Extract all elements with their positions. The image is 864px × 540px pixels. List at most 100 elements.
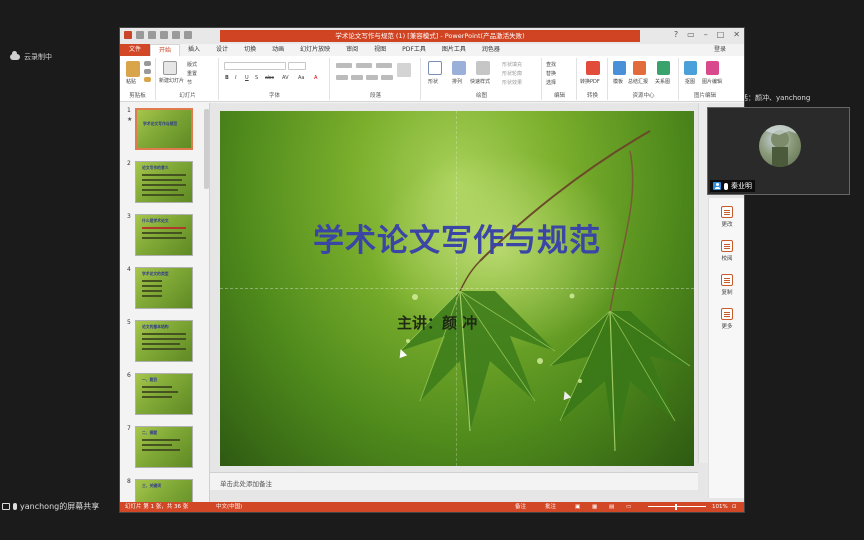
tab-file[interactable]: 文件 <box>120 44 151 56</box>
help-button[interactable]: ? <box>674 30 678 39</box>
close-button[interactable]: ✕ <box>733 30 740 39</box>
zoom-slider-knob[interactable] <box>675 504 677 510</box>
slide-canvas[interactable]: 学术论文写作与规范 主讲：颜 冲 <box>220 111 694 466</box>
tab-review[interactable]: 审阅 <box>338 44 366 56</box>
thumbnail-4[interactable]: 4 学术论文的类型 <box>120 266 209 322</box>
align-right-icon[interactable] <box>366 75 378 80</box>
shapes-icon[interactable] <box>428 61 442 75</box>
thumbnail-image[interactable]: 学术论文的类型 <box>135 267 193 309</box>
thumbnail-image[interactable]: 论文的基本结构 <box>135 320 193 362</box>
thumbnail-image[interactable]: 三、关键词 <box>135 479 193 503</box>
arrange-label[interactable]: 排列 <box>452 78 462 85</box>
align-left-icon[interactable] <box>336 75 348 80</box>
slideshow-view-icon[interactable]: ▭ <box>626 502 631 512</box>
bold-button[interactable]: B <box>225 75 229 81</box>
thumbnail-2[interactable]: 2 论文写作的意义 <box>120 160 209 216</box>
quick-access-more-icon[interactable] <box>184 31 192 39</box>
cut-icon[interactable] <box>144 61 151 66</box>
thumbnail-image[interactable]: 一、题目 <box>135 373 193 415</box>
char-spacing-button[interactable]: AV <box>282 75 289 81</box>
maximize-button[interactable]: □ <box>717 30 725 39</box>
layout-button[interactable]: 版式 <box>187 61 197 68</box>
template-icon[interactable] <box>613 61 626 75</box>
slide-subtitle[interactable]: 主讲：颜 冲 <box>397 312 477 333</box>
font-name-box[interactable] <box>224 62 286 70</box>
tab-animations[interactable]: 动画 <box>264 44 292 56</box>
bullets-icon[interactable] <box>336 63 352 68</box>
shape-outline-button[interactable]: 形状轮廓 <box>502 70 522 77</box>
sorter-view-icon[interactable]: ▦ <box>592 502 597 512</box>
image-edit-label[interactable]: 图片编辑 <box>702 78 722 85</box>
indent-icon[interactable] <box>376 63 392 68</box>
tab-view[interactable]: 视图 <box>366 44 394 56</box>
new-slide-icon[interactable] <box>163 61 177 75</box>
thumbnail-1[interactable]: 1 ★ 学术论文写作与规范 <box>120 107 209 163</box>
thumbnail-5[interactable]: 5 论文的基本结构 <box>120 319 209 375</box>
text-direction-icon[interactable] <box>397 63 411 77</box>
save-icon[interactable] <box>136 31 144 39</box>
cutout-icon[interactable] <box>684 61 697 75</box>
notes-toggle[interactable]: 备注 <box>515 502 526 512</box>
select-button[interactable]: 选择 <box>546 79 556 86</box>
fit-slide-icon[interactable]: ⊡ <box>732 502 737 512</box>
shape-fill-button[interactable]: 形状填充 <box>502 61 522 68</box>
summary-report-label[interactable]: 总结汇报 <box>628 78 648 85</box>
strikethrough-button[interactable]: abc <box>265 75 274 81</box>
replace-button[interactable]: 替换 <box>546 70 556 77</box>
font-size-box[interactable] <box>288 62 306 70</box>
ribbon-display-button[interactable]: ▭ <box>687 30 695 39</box>
tab-transitions[interactable]: 切换 <box>236 44 264 56</box>
tab-polisher[interactable]: 润色器 <box>474 44 508 56</box>
align-center-icon[interactable] <box>351 75 363 80</box>
tab-insert[interactable]: 插入 <box>180 44 208 56</box>
zoom-slider[interactable] <box>648 506 706 507</box>
tab-pdf-tools[interactable]: PDF工具 <box>394 44 434 56</box>
thumbnail-7[interactable]: 7 二、摘要 <box>120 425 209 481</box>
participant-video-tile[interactable]: 秦业明 <box>707 107 850 195</box>
italic-button[interactable]: I <box>235 75 236 81</box>
zoom-level[interactable]: 101% <box>712 502 728 512</box>
paste-label[interactable]: 粘贴 <box>126 78 136 85</box>
format-painter-icon[interactable] <box>144 77 151 82</box>
template-label[interactable]: 模板 <box>613 78 623 85</box>
shadow-button[interactable]: S <box>255 75 258 81</box>
thumbnails-scrollbar[interactable] <box>204 109 209 189</box>
convert-pdf-label[interactable]: 转换PDF <box>580 78 600 85</box>
cutout-label[interactable]: 抠图 <box>685 78 695 85</box>
summary-report-icon[interactable] <box>633 61 646 75</box>
normal-view-icon[interactable]: ▣ <box>575 502 580 512</box>
convert-pdf-icon[interactable] <box>586 61 600 75</box>
change-case-button[interactable]: Aa <box>298 75 304 81</box>
relation-chart-label[interactable]: 关系图 <box>655 78 670 85</box>
relation-chart-icon[interactable] <box>657 61 670 75</box>
arrange-icon[interactable] <box>452 61 466 75</box>
tab-home[interactable]: 开始 <box>150 44 181 56</box>
image-edit-icon[interactable] <box>706 61 719 75</box>
undo-icon[interactable] <box>148 31 156 39</box>
slide-title[interactable]: 学术论文写作与规范 <box>220 215 694 260</box>
tab-slideshow[interactable]: 幻灯片放映 <box>292 44 338 56</box>
reading-view-icon[interactable]: ▤ <box>609 502 614 512</box>
thumbnail-6[interactable]: 6 一、题目 <box>120 372 209 428</box>
side-review-button[interactable]: 校阅 <box>709 240 744 262</box>
minimize-button[interactable]: – <box>704 30 708 39</box>
reset-button[interactable]: 重置 <box>187 70 197 77</box>
thumbnail-image[interactable]: 学术论文写作与规范 <box>135 108 193 150</box>
thumbnail-8[interactable]: 8 三、关键词 <box>120 478 209 503</box>
shape-effects-button[interactable]: 形状效果 <box>502 79 522 86</box>
shapes-label[interactable]: 形状 <box>428 78 438 85</box>
thumbnail-image[interactable]: 什么是学术论文 <box>135 214 193 256</box>
tab-picture-tools[interactable]: 图片工具 <box>434 44 474 56</box>
login-link[interactable]: 登录 <box>714 44 726 56</box>
quick-styles-icon[interactable] <box>476 61 490 75</box>
language-indicator[interactable]: 中文(中国) <box>216 502 242 512</box>
paste-icon[interactable] <box>126 61 140 77</box>
comments-toggle[interactable]: 批注 <box>545 502 556 512</box>
redo-icon[interactable] <box>160 31 168 39</box>
notes-pane[interactable]: 单击此处添加备注 <box>210 472 698 490</box>
copy-icon[interactable] <box>144 69 151 74</box>
side-copy-button[interactable]: 复制 <box>709 274 744 296</box>
slide-thumbnails-pane[interactable]: 1 ★ 学术论文写作与规范 2 论文写作的意义 3 什么是学术论文 4 学术论文… <box>120 103 210 503</box>
new-slide-label[interactable]: 新建幻灯片 <box>159 77 184 84</box>
quick-styles-label[interactable]: 快速样式 <box>470 78 490 85</box>
